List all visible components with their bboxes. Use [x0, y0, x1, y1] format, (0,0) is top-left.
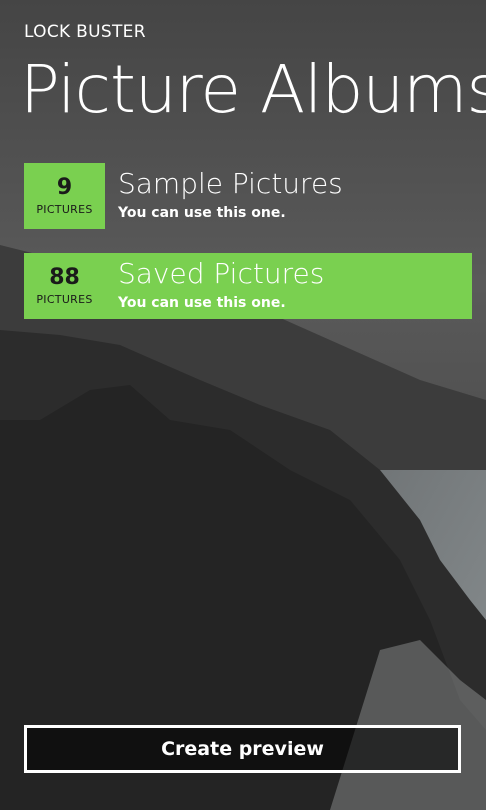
album-count-tile: 88 PICTURES — [24, 253, 105, 319]
album-count-tile: 9 PICTURES — [24, 163, 105, 229]
album-item-sample-pictures[interactable]: 9 PICTURES Sample Pictures You can use t… — [24, 163, 472, 229]
album-count: 9 — [56, 175, 73, 200]
create-preview-button[interactable]: Create preview — [24, 725, 461, 773]
album-name: Saved Pictures — [118, 257, 325, 290]
album-count: 88 — [49, 265, 80, 290]
page-title: Picture Albums — [20, 51, 486, 128]
album-name: Sample Pictures — [118, 167, 343, 200]
album-description: You can use this one. — [118, 205, 286, 221]
album-count-unit: PICTURES — [36, 293, 93, 306]
album-count-unit: PICTURES — [36, 203, 93, 216]
album-item-saved-pictures[interactable]: 88 PICTURES Saved Pictures You can use t… — [24, 253, 472, 319]
app-title: LOCK BUSTER — [24, 22, 146, 42]
album-description: You can use this one. — [118, 295, 286, 311]
